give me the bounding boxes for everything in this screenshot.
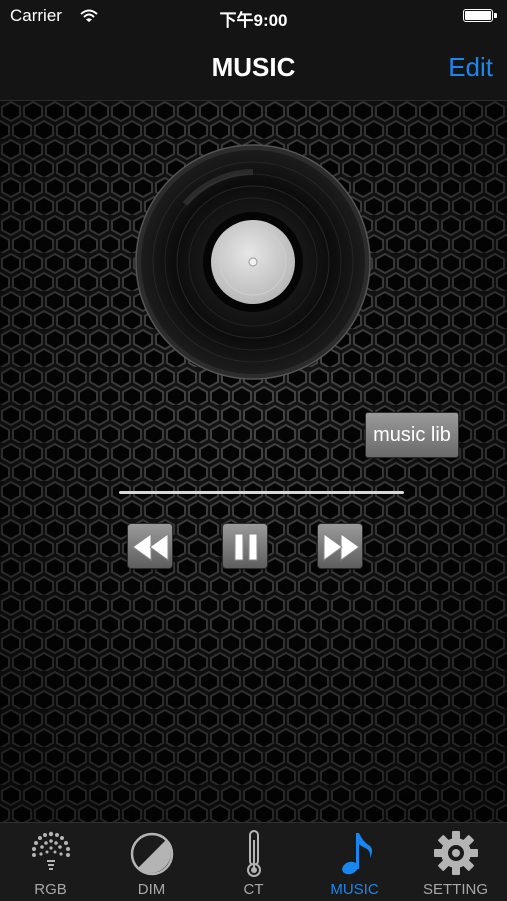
tab-label: CT bbox=[243, 881, 264, 898]
pause-button[interactable] bbox=[222, 523, 268, 569]
tab-label: SETTING bbox=[422, 881, 488, 898]
rgb-dots-icon bbox=[32, 831, 70, 870]
music-note-icon bbox=[342, 833, 372, 875]
tab-rgb[interactable]: RGB bbox=[0, 823, 101, 901]
pause-icon bbox=[234, 533, 258, 561]
gear-icon bbox=[434, 831, 478, 875]
music-player-area: music lib bbox=[0, 101, 507, 822]
tab-dim[interactable]: DIM bbox=[101, 823, 202, 901]
status-bar: Carrier 下午9:00 bbox=[0, 0, 507, 34]
music-lib-button[interactable]: music lib bbox=[365, 412, 459, 458]
thermometer-icon bbox=[247, 830, 261, 877]
edit-button[interactable]: Edit bbox=[448, 52, 493, 83]
status-time: 下午9:00 bbox=[219, 11, 288, 30]
tab-ct[interactable]: CT bbox=[203, 823, 304, 901]
fast-forward-icon bbox=[323, 533, 360, 561]
dim-circle-icon bbox=[130, 832, 174, 876]
navigation-bar: MUSIC Edit bbox=[0, 34, 507, 101]
rewind-button[interactable] bbox=[127, 523, 173, 569]
tab-label: MUSIC bbox=[330, 881, 379, 898]
battery-icon bbox=[463, 9, 497, 22]
fast-forward-button[interactable] bbox=[317, 523, 363, 569]
tab-label: DIM bbox=[137, 881, 166, 898]
tab-setting[interactable]: SETTING bbox=[405, 823, 506, 901]
progress-slider[interactable] bbox=[119, 491, 404, 494]
tab-label: RGB bbox=[34, 881, 67, 898]
tab-bar: RGB DIM CT MUSIC SETTING bbox=[0, 822, 507, 901]
page-title: MUSIC bbox=[211, 52, 296, 82]
tab-music[interactable]: MUSIC bbox=[304, 823, 405, 901]
rewind-icon bbox=[132, 533, 169, 561]
vinyl-record-image bbox=[135, 144, 371, 380]
